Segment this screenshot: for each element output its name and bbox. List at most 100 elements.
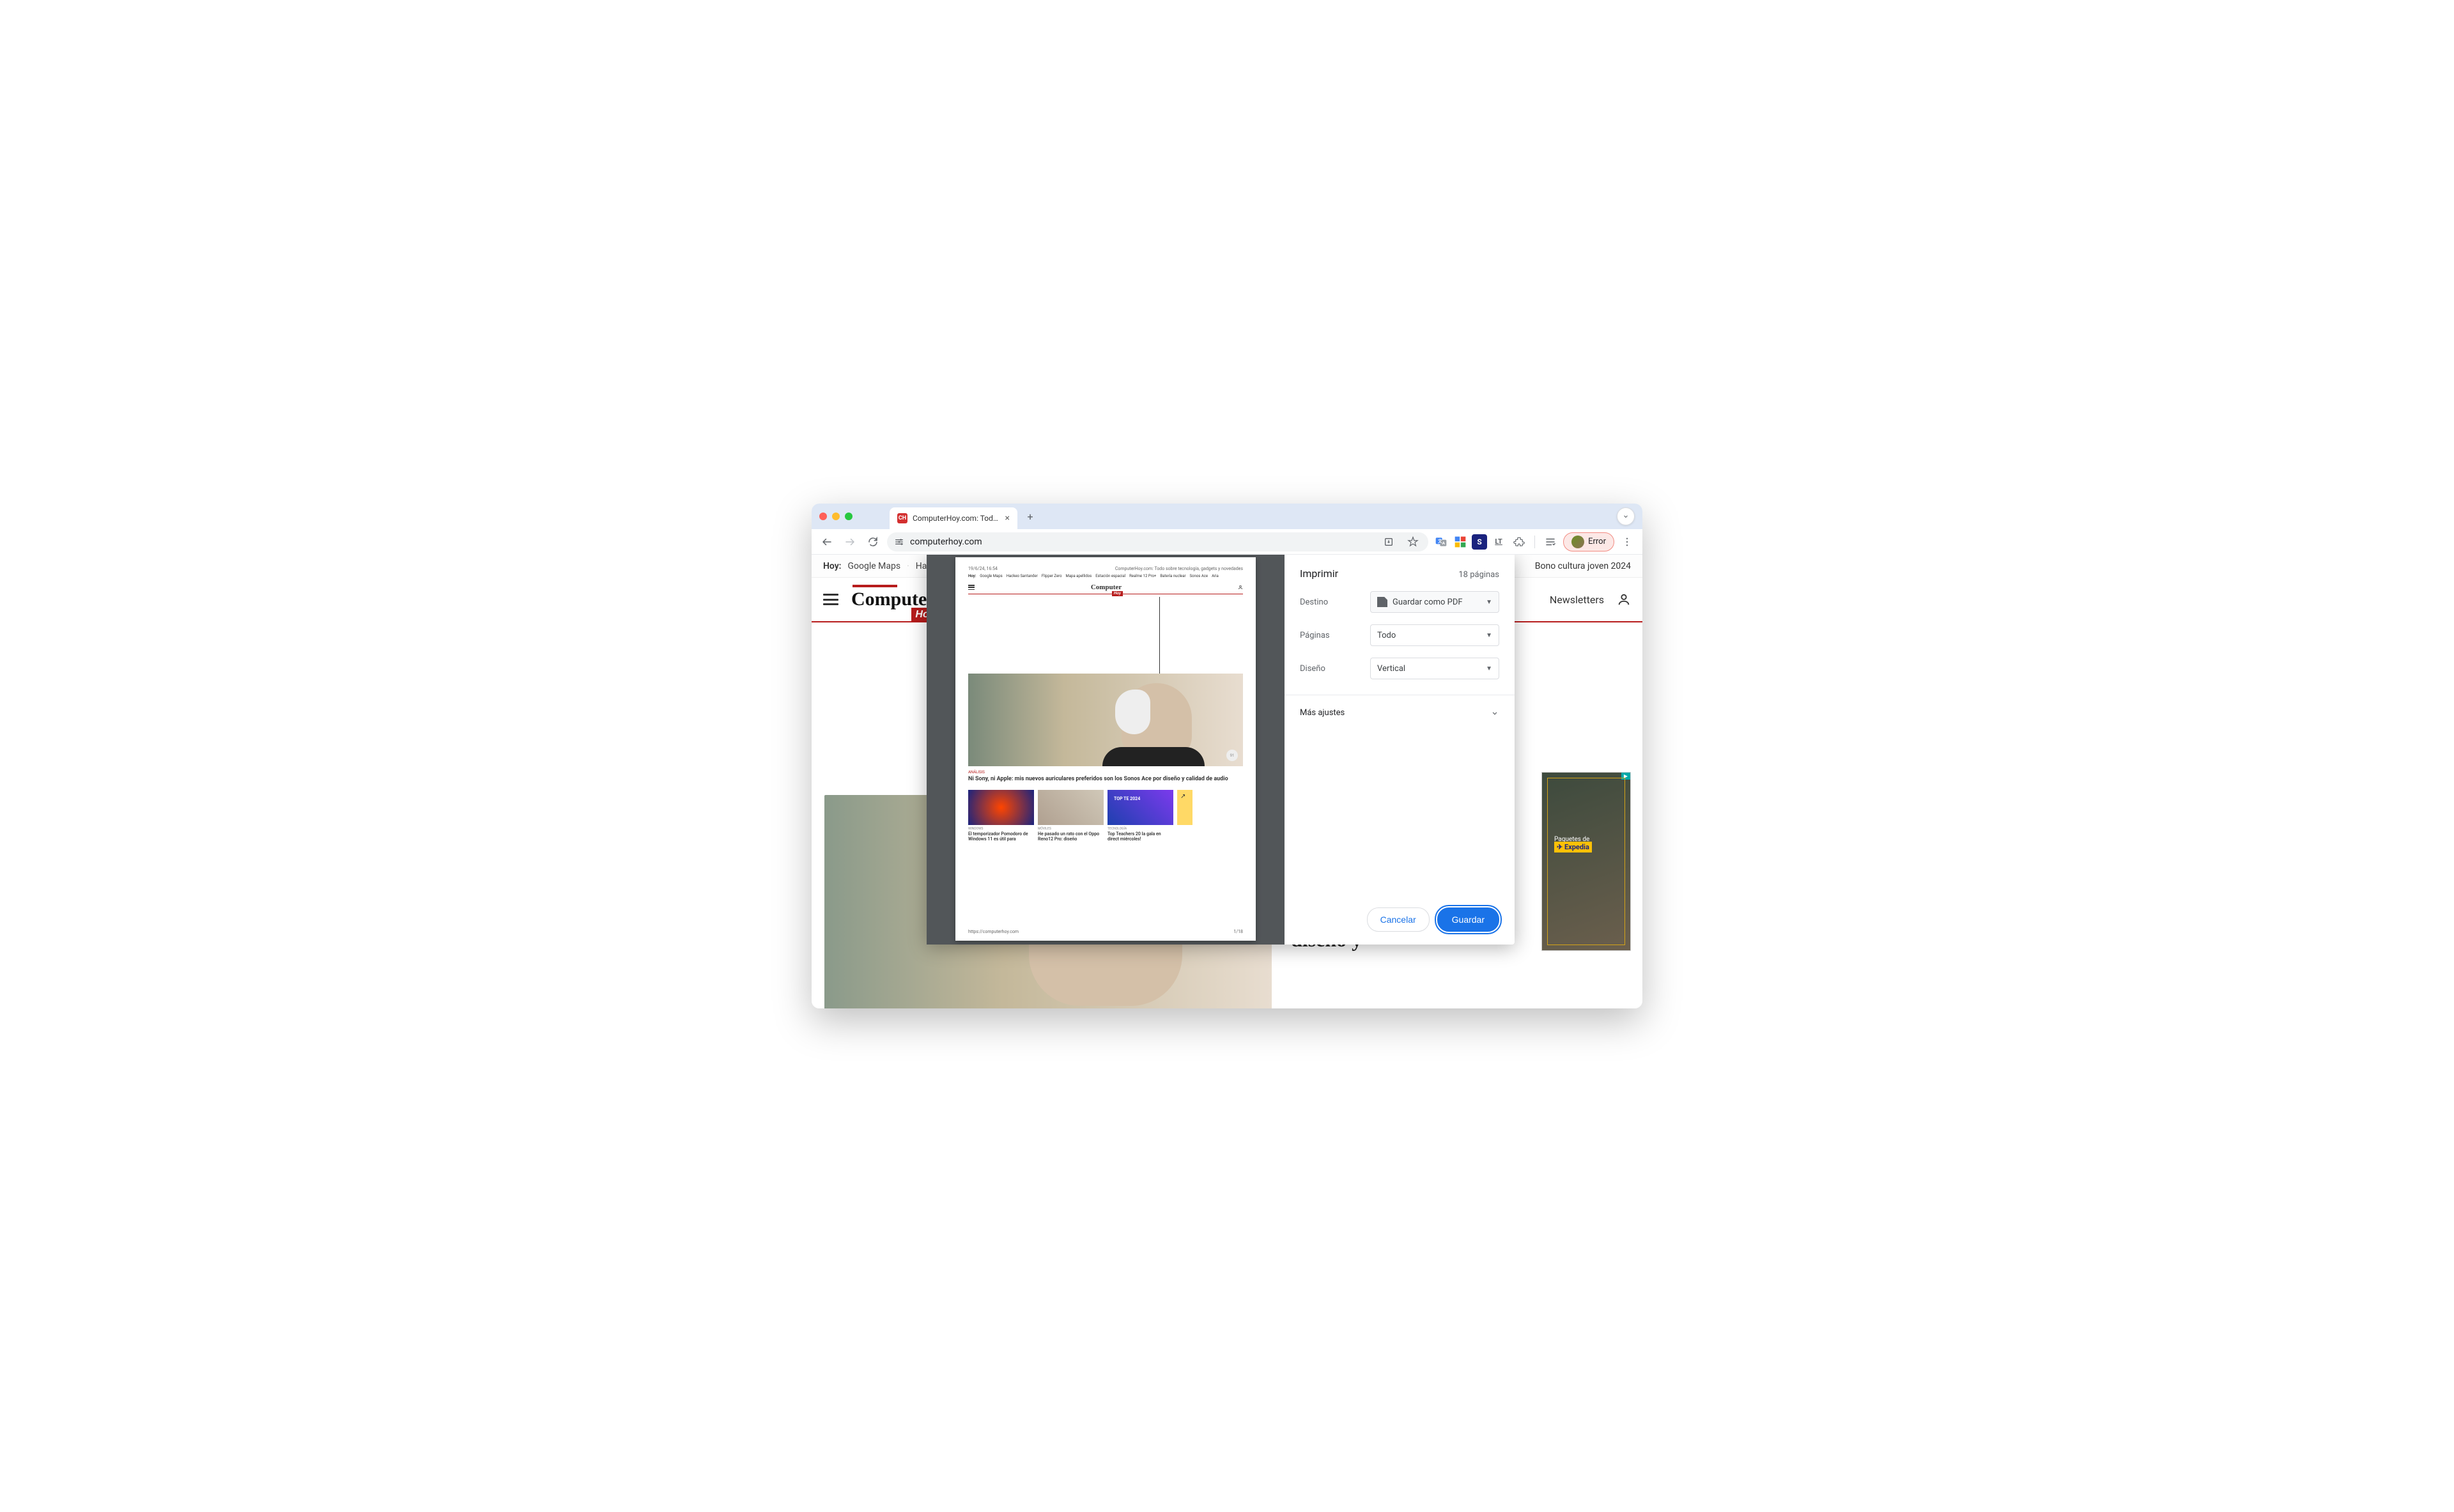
minimize-window-button[interactable] [832,513,840,520]
ad-brand: Expedia [1564,843,1589,851]
preview-hoy-item: Aria [1212,574,1219,578]
arrow-right-icon [844,536,856,548]
menu-button[interactable] [1618,533,1636,551]
setting-row-pages: Páginas Todo ▼ [1300,624,1499,646]
browser-window: CH ComputerHoy.com: Todo sob × + compu [812,504,1642,1008]
arrow-left-icon [821,536,833,548]
preview-footer-url: https://computerhoy.com [968,929,1019,934]
logo-main-text: Computer [851,589,936,610]
preview-page: 19/6/24, 16:54 ComputerHoy.com: Todo sob… [955,557,1256,941]
preview-score-badge: 91 [1226,750,1238,761]
install-app-button[interactable] [1380,533,1398,551]
preview-timestamp: 19/6/24, 16:54 [968,566,998,571]
close-window-button[interactable] [819,513,827,520]
print-footer: Cancelar Guardar [1300,895,1499,932]
preview-card-image [1038,790,1104,825]
bookmark-button[interactable] [1404,533,1422,551]
preview-hamburger-icon [968,585,975,590]
profile-button[interactable]: Error [1563,532,1614,552]
back-button[interactable] [818,533,836,551]
trending-label: Hoy: [823,561,842,571]
preview-card-title: He pasado un rato con el Oppo Reno12 Pro… [1038,831,1104,842]
preview-logo-main: Computer [1091,583,1122,591]
print-settings-pane: Imprimir 18 páginas Destino Guardar como… [1285,555,1515,945]
extensions-button[interactable] [1510,533,1528,551]
preview-site-header: Computer Hoy [968,581,1243,594]
menu-hamburger-button[interactable] [823,594,838,605]
preview-hoy-item: Sonos Ace [1190,574,1208,578]
sidebar-ad[interactable]: ▶ Paquetes de ✈ Expedia [1541,772,1631,951]
save-button[interactable]: Guardar [1437,907,1499,932]
google-extension-icon[interactable] [1453,534,1468,550]
browser-tab[interactable]: CH ComputerHoy.com: Todo sob × [890,507,1017,529]
preview-hoy-item: Hackeo Santander [1007,574,1038,578]
preview-hoy-item: Mapa apellidos [1066,574,1092,578]
new-tab-button[interactable]: + [1021,507,1039,525]
layout-label: Diseño [1300,664,1370,674]
print-title: Imprimir [1300,567,1338,580]
layout-value: Vertical [1377,664,1405,674]
tab-search-button[interactable] [1617,507,1635,525]
trending-link-right[interactable]: Bono cultura joven 2024 [1535,561,1631,571]
address-bar[interactable]: computerhoy.com [887,532,1428,552]
preview-card-category: TECNOLOGÍA [1107,827,1173,831]
destination-dropdown[interactable]: Guardar como PDF ▼ [1370,591,1499,613]
pdf-icon [1377,597,1387,607]
chevron-down-icon: ▼ [1486,632,1492,639]
trending-link[interactable]: Google Maps [848,561,901,571]
preview-logo: Computer Hoy [1091,583,1122,591]
user-icon [1617,592,1631,606]
chevron-down-icon: ▼ [1486,599,1492,606]
more-settings-toggle[interactable]: Más ajustes [1300,704,1499,721]
chevron-down-icon [1622,513,1630,520]
site-settings-icon[interactable] [893,536,905,548]
print-header: Imprimir 18 páginas [1300,567,1499,580]
preview-card-image [1107,790,1173,825]
kebab-icon [1621,536,1633,548]
pages-dropdown[interactable]: Todo ▼ [1370,624,1499,646]
puzzle-icon [1513,536,1525,548]
close-tab-button[interactable]: × [1005,513,1010,523]
reload-button[interactable] [864,533,882,551]
lt-extension-icon[interactable]: LT [1491,534,1506,550]
toolbar: computerhoy.com 文A S LT [812,529,1642,555]
setting-row-destination: Destino Guardar como PDF ▼ [1300,591,1499,613]
forward-button[interactable] [841,533,859,551]
layout-dropdown[interactable]: Vertical ▼ [1370,658,1499,679]
site-logo[interactable]: Computer Hoy [851,589,936,610]
preview-card-title: El temporizador Pomodoro de Windows 11 e… [968,831,1034,842]
addrbar-actions [1380,533,1422,551]
preview-footer: https://computerhoy.com 1/18 [968,929,1243,934]
user-account-button[interactable] [1617,592,1631,606]
translate-extension-icon[interactable]: 文A [1433,534,1449,550]
preview-card-image [1177,790,1192,825]
newsletters-link[interactable]: Newsletters [1550,594,1604,606]
cancel-button[interactable]: Cancelar [1367,907,1430,932]
preview-logo-sub: Hoy [1112,591,1123,596]
url-text: computerhoy.com [910,537,982,547]
preview-hoy-item: Flipper Zero [1042,574,1062,578]
chevron-down-icon [1490,709,1499,718]
preview-card: WINDOWS El temporizador Pomodoro de Wind… [968,790,1034,842]
pages-label: Páginas [1300,631,1370,640]
install-icon [1384,537,1394,547]
preview-hoy-item: Estación espacial [1095,574,1125,578]
trending-link[interactable]: Ha [916,561,927,571]
preview-meta: 19/6/24, 16:54 ComputerHoy.com: Todo sob… [968,566,1243,571]
preview-card-category: MÓVILES [1038,827,1104,831]
profile-label: Error [1588,537,1606,546]
svg-text:A: A [1442,541,1446,546]
maximize-window-button[interactable] [845,513,853,520]
ad-content: Paquetes de ✈ Expedia [1554,836,1592,851]
reading-list-button[interactable] [1541,533,1559,551]
preview-hoy-label: Hoy: [968,574,976,578]
s-extension-icon[interactable]: S [1472,534,1487,550]
more-settings-label: Más ajustes [1300,708,1345,718]
print-page-count: 18 páginas [1458,570,1499,580]
pages-value: Todo [1377,631,1396,640]
preview-card: MÓVILES He pasado un rato con el Oppo Re… [1038,790,1104,842]
preview-hero-category: ANÁLISIS [968,770,1243,775]
favicon-icon: CH [897,513,907,523]
destination-value: Guardar como PDF [1393,598,1463,607]
preview-card-image [968,790,1034,825]
